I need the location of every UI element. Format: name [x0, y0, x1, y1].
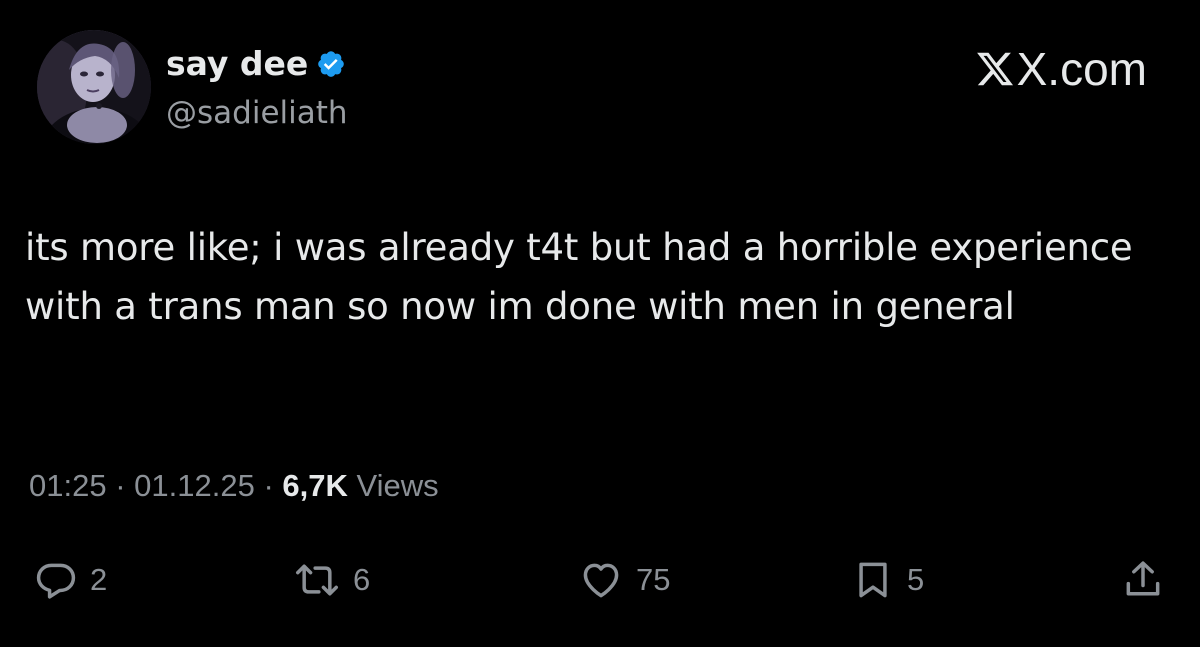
tweet-card: say dee @sadieliath X.com its more like;… — [0, 0, 1200, 647]
brand-watermark: X.com — [975, 44, 1147, 94]
author-name-row: say dee — [166, 44, 346, 84]
tweet-meta: 01:25 · 01.12.25 · 6,7K Views — [29, 466, 439, 506]
brand-text: X.com — [1016, 43, 1147, 95]
tweet-text: its more like; i was already t4t but had… — [25, 226, 1133, 328]
bookmark-count: 5 — [907, 562, 925, 597]
heart-icon — [578, 558, 624, 602]
action-bar: 2 6 75 5 — [0, 555, 1200, 605]
repost-count: 6 — [353, 562, 371, 597]
share-icon — [1121, 557, 1165, 603]
views-count[interactable]: 6,7K — [282, 468, 356, 503]
reply-icon — [34, 558, 78, 602]
bookmark-icon — [851, 557, 895, 603]
repost-icon — [293, 558, 341, 602]
tweet-date[interactable]: 01.12.25 — [134, 468, 255, 503]
like-count: 75 — [636, 562, 671, 597]
x-logo-icon — [975, 49, 1015, 89]
meta-separator: · — [115, 468, 135, 503]
verified-badge-icon — [316, 49, 346, 79]
reply-button[interactable]: 2 — [34, 555, 107, 605]
like-button[interactable]: 75 — [578, 555, 670, 605]
meta-separator: · — [263, 468, 283, 503]
bookmark-button[interactable]: 5 — [851, 555, 924, 605]
share-button[interactable] — [1121, 555, 1165, 605]
avatar[interactable] — [37, 30, 151, 144]
avatar-image — [37, 30, 151, 144]
reply-count: 2 — [90, 562, 108, 597]
tweet-time[interactable]: 01:25 — [29, 468, 107, 503]
author-display-name[interactable]: say dee — [166, 44, 308, 84]
repost-button[interactable]: 6 — [293, 555, 370, 605]
views-label: Views — [356, 468, 439, 503]
author-handle[interactable]: @sadieliath — [166, 94, 348, 132]
